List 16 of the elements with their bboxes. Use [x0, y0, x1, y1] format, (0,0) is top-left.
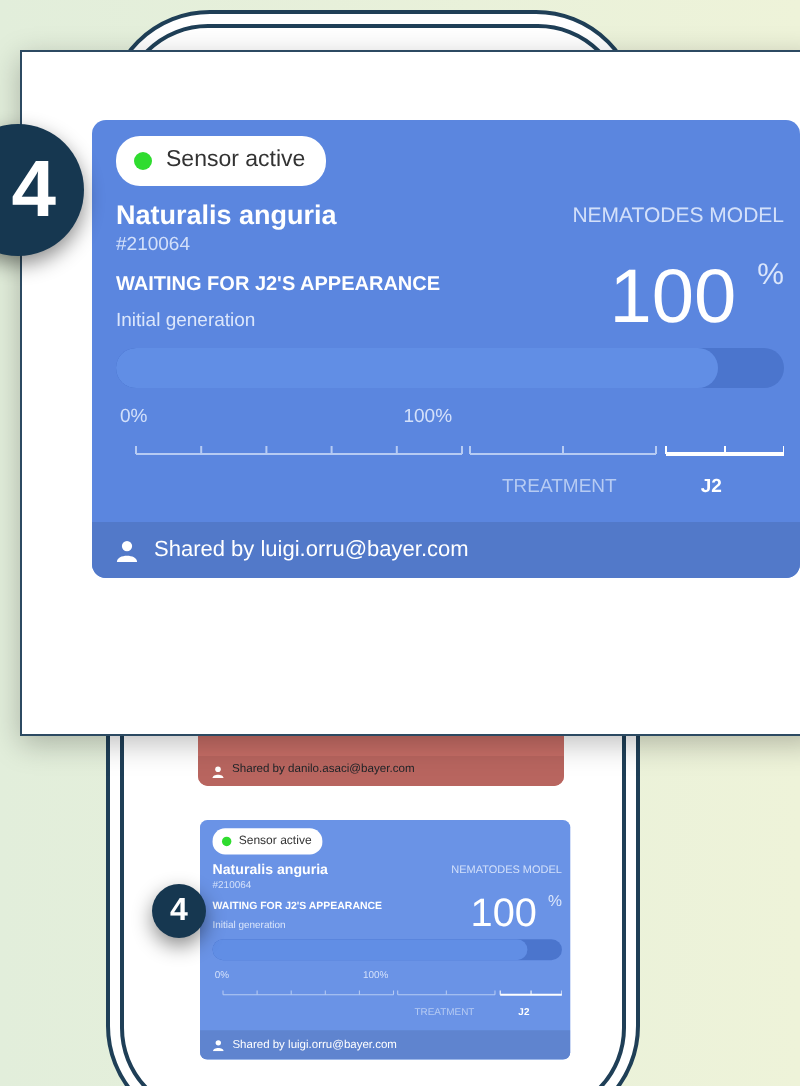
- phase-label: J2: [700, 473, 722, 502]
- scale-mid-label: 100%: [403, 404, 453, 433]
- shared-by-text: Shared by luigi.orru@bayer.com: [154, 535, 469, 566]
- person-icon: [212, 765, 224, 778]
- sensor-id: #210064: [116, 232, 192, 261]
- crop-name: Naturalis anguria: [116, 202, 337, 233]
- scale-start-label: 0%: [120, 404, 148, 433]
- model-label: NEMATODES MODEL: [572, 202, 784, 233]
- phase-label: TREATMENT: [502, 473, 617, 502]
- percent-value: 100 $^{%}$: [609, 260, 784, 337]
- person-icon: [116, 539, 138, 562]
- percent-value: 100 $^{%}$: [470, 893, 562, 934]
- stage-label: WAITING FOR J2'S APPEARANCE: [116, 272, 441, 301]
- person-icon: [212, 1039, 225, 1051]
- generation-label: Initial generation: [116, 308, 258, 337]
- sensor-status-pill: Sensor active: [116, 136, 326, 187]
